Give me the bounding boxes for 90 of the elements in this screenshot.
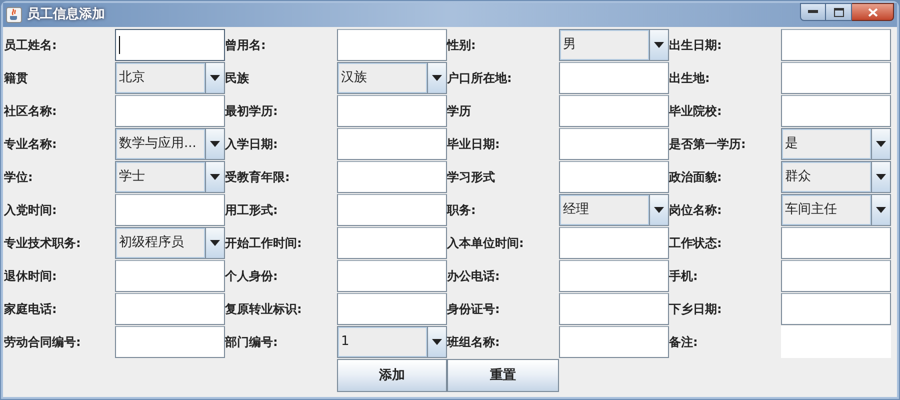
field-label: 专业技术职务: [4,235,82,252]
text-field[interactable] [559,326,669,358]
text-field[interactable] [115,95,225,127]
field-label: 出生地: [669,70,711,87]
maximize-button[interactable] [826,3,852,21]
field-label: 手机: [669,268,699,285]
field-label: 岗位名称: [669,202,723,219]
field-label: 员工姓名: [4,37,58,54]
field-label: 入党时间: [4,202,58,219]
field-label: 社区名称: [4,103,58,120]
field-label: 毕业院校: [669,103,723,120]
dropdown[interactable]: 初级程序员 [115,227,225,259]
close-button[interactable] [852,3,894,21]
field-label: 用工形式: [225,202,279,219]
java-cup-icon [6,7,22,23]
close-icon [868,8,878,16]
minimize-button[interactable] [800,3,826,21]
field-label: 身份证号: [447,301,501,318]
text-field[interactable] [337,161,447,193]
field-label: 性别: [447,37,477,54]
text-field[interactable] [115,194,225,226]
maximize-icon [834,8,844,16]
text-field[interactable] [559,95,669,127]
field-label: 工作状态: [669,235,723,252]
text-field[interactable] [115,326,225,358]
text-field[interactable] [559,227,669,259]
field-label: 入学日期: [225,136,279,153]
field-label: 最初学历: [225,103,279,120]
field-label: 出生日期: [669,37,723,54]
field-label: 开始工作时间: [225,235,303,252]
form-button[interactable]: 添加 [337,359,447,392]
text-field[interactable] [115,29,225,61]
text-field[interactable] [115,260,225,292]
minimize-icon [808,10,818,14]
text-field[interactable] [781,62,891,94]
text-field[interactable] [115,293,225,325]
field-label: 是否第一学历: [669,136,747,153]
field-label: 入本单位时间: [447,235,525,252]
text-field[interactable] [781,293,891,325]
field-label: 劳动合同编号: [4,334,82,351]
field-label: 家庭电话: [4,301,58,318]
text-field[interactable] [337,227,447,259]
text-field[interactable] [337,128,447,160]
field-label: 复原转业标识: [225,301,303,318]
text-field[interactable] [559,161,669,193]
text-field[interactable] [337,95,447,127]
field-label: 学习形式 [447,169,496,186]
text-field[interactable] [559,128,669,160]
dropdown[interactable]: 汉族 [337,62,447,94]
field-label: 个人身份: [225,268,279,285]
field-label: 学位: [4,169,34,186]
field-label: 职务: [447,202,477,219]
text-field[interactable] [559,62,669,94]
dropdown[interactable]: 北京 [115,62,225,94]
field-label: 籍贯 [4,70,29,87]
field-label: 受教育年限: [225,169,291,186]
field-label: 民族 [225,70,250,87]
dropdown[interactable]: 车间主任 [781,194,891,226]
text-field[interactable] [781,227,891,259]
field-label: 毕业日期: [447,136,501,153]
dropdown[interactable]: 1 [337,326,447,358]
field-label: 班组名称: [447,334,501,351]
text-field[interactable] [559,293,669,325]
dropdown[interactable]: 数学与应用... [115,128,225,160]
dropdown[interactable]: 经理 [559,194,669,226]
field-label: 退休时间: [4,268,58,285]
dropdown[interactable]: 男 [559,29,669,61]
field-label: 学历 [447,103,472,120]
text-cursor [119,36,120,54]
field-label: 曾用名: [225,37,267,54]
field-label: 户口所在地: [447,70,513,87]
field-label: 政治面貌: [669,169,723,186]
text-field[interactable] [337,194,447,226]
window-title: 员工信息添加 [27,6,105,24]
field-label: 部门编号: [225,334,279,351]
field-label: 备注: [669,334,699,351]
text-field[interactable] [337,29,447,61]
dropdown[interactable]: 学士 [115,161,225,193]
text-field[interactable] [781,260,891,292]
text-field[interactable] [781,29,891,61]
dropdown[interactable]: 群众 [781,161,891,193]
text-field[interactable] [781,95,891,127]
dropdown[interactable]: 是 [781,128,891,160]
text-field[interactable] [337,260,447,292]
field-label: 下乡日期: [669,301,723,318]
form-button[interactable]: 重置 [447,359,559,392]
text-field[interactable] [337,293,447,325]
field-label: 专业名称: [4,136,58,153]
field-label: 办公电话: [447,268,501,285]
text-field[interactable] [559,260,669,292]
